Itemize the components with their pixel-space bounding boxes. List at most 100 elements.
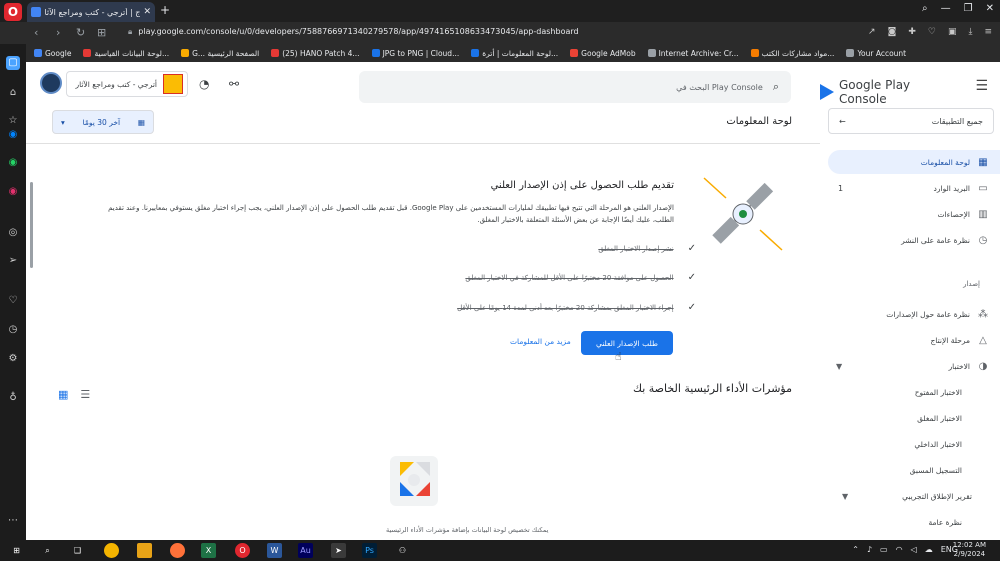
tab-close-icon[interactable]: ✕ [143, 7, 151, 17]
home-icon[interactable]: ⌂ [6, 86, 20, 100]
settings-icon[interactable]: ⚙ [6, 352, 20, 366]
taskbar-clock[interactable]: 12:02 AM 2/9/2024 [953, 541, 986, 559]
task-view-icon[interactable]: ❑ [70, 543, 85, 558]
play-console-logo[interactable]: Google Play Console [820, 78, 956, 106]
list-view-icon[interactable]: ☰ [80, 388, 90, 401]
scrollbar[interactable] [30, 182, 33, 268]
microphone-icon[interactable]: ♪ [867, 545, 872, 554]
grid-view-icon[interactable]: ▦ [58, 388, 68, 401]
excel-icon[interactable]: X [201, 543, 216, 558]
tab-title: ج | أترجي - كتب ومراجع الآثار [45, 7, 141, 17]
nav-item-statistics[interactable]: الإحصاءات ▥ [828, 202, 1000, 226]
bookmark-item[interactable]: لوحة البيانات القياسية... [83, 49, 169, 58]
restore-icon[interactable]: ❐ [964, 3, 973, 14]
bookmark-item[interactable]: (25) HANO Patch 4... [271, 49, 360, 58]
request-production-button[interactable]: طلب الإصدار العلني [581, 331, 673, 355]
nav-item-dashboard[interactable]: لوحة المعلومات ▦ [828, 150, 1000, 174]
app-icon[interactable]: ➤ [331, 543, 346, 558]
close-window-icon[interactable]: ✕ [986, 3, 994, 14]
firefox-icon[interactable] [170, 543, 185, 558]
volume-icon[interactable]: ◁ [911, 545, 917, 554]
nav-prelaunch-report[interactable]: ▼ تقرير الإطلاق التجريبي [828, 486, 1000, 506]
reload-icon[interactable]: ↻ [76, 26, 85, 39]
bookmark-item[interactable]: JPG to PNG | Cloud... [371, 49, 459, 58]
tabs-grid-icon[interactable]: ⊞ [97, 26, 106, 39]
nav-item-label: البريد الوارد [933, 183, 970, 193]
bookmark-item[interactable]: G... الصفحة الرئيسية [181, 49, 259, 58]
opera-icon[interactable]: O [235, 543, 250, 558]
bookmark-item[interactable]: لوحة المعلومات | أترة... [471, 49, 558, 58]
chevron-down-icon[interactable]: ▼ [842, 492, 848, 501]
workspace-icon[interactable]: ▢ [6, 56, 20, 70]
minimize-icon[interactable]: — [941, 3, 951, 14]
forward-icon[interactable]: › [56, 26, 60, 39]
satellite-illustration [703, 177, 783, 251]
whatsapp-icon[interactable]: ◉ [6, 156, 20, 170]
arrow-left-icon: ← [839, 116, 846, 126]
chrome-icon[interactable] [104, 543, 119, 558]
chevron-down-icon[interactable]: ▼ [836, 362, 842, 371]
checklist-text: الحصول على موافقة 20 مختبرًا على الأقل ل… [465, 273, 674, 282]
nav-sub-overview[interactable]: نظرة عامة [828, 512, 1000, 532]
star-icon[interactable]: ☆ [6, 114, 20, 128]
search-input[interactable]: البحث في Play Console ⌕ [359, 71, 791, 103]
bookmark-item[interactable]: مواد مشاركات الكتب... [750, 49, 834, 58]
file-explorer-icon[interactable] [137, 543, 152, 558]
back-icon[interactable]: ‹ [34, 26, 38, 39]
windows-start-icon[interactable]: ⊞ [9, 543, 24, 558]
url-field[interactable]: 🔒︎ play.google.com/console/u/0/developers… [128, 27, 579, 37]
app-selector[interactable]: أترجي - كتب ومراجع الآثار [66, 71, 188, 97]
date-range-picker[interactable]: ▾ آخر 30 يومًا ▦ [52, 110, 154, 134]
camera-icon[interactable]: ◙ [888, 27, 897, 37]
search-tabs-icon[interactable]: ⌕ [922, 3, 928, 14]
send-icon[interactable]: ➢ [6, 254, 20, 268]
nav-sub-open-testing[interactable]: الاختبار المفتوح [828, 382, 1000, 402]
link-icon[interactable]: ⚯ [229, 77, 239, 91]
chevron-up-icon[interactable]: ⌃ [852, 545, 859, 554]
bookmark-item[interactable]: Google [34, 49, 71, 58]
nav-item-releases-overview[interactable]: نظرة عامة حول الإصدارات ⁂ [828, 302, 1000, 326]
download-icon[interactable]: ⤓ [968, 27, 972, 37]
nav-item-production[interactable]: مرحلة الإنتاج △ [828, 328, 1000, 352]
nav-sub-closed-testing[interactable]: الاختبار المغلق [828, 408, 1000, 428]
learn-more-link[interactable]: مزيد من المعلومات [510, 337, 571, 346]
photoshop-icon[interactable]: Ps [362, 543, 377, 558]
instagram-icon[interactable]: ◉ [6, 185, 20, 199]
opera-logo[interactable]: O [4, 3, 22, 21]
share-icon[interactable]: ↗ [868, 27, 876, 37]
nav-sub-preregistration[interactable]: التسجيل المسبق [828, 460, 1000, 480]
word-icon[interactable]: W [267, 543, 282, 558]
checklist-item: الحصول على موافقة 20 مختبرًا على الأقل ل… [465, 272, 696, 283]
battery-icon[interactable]: ▭ [880, 545, 888, 554]
audition-icon[interactable]: Au [298, 543, 313, 558]
bookmark-item[interactable]: Internet Archive: Cr... [647, 49, 739, 58]
lightbulb-icon[interactable]: ♁ [6, 391, 20, 405]
browser-tab[interactable]: ج | أترجي - كتب ومراجع الآثار ✕ [27, 2, 155, 22]
new-tab-icon[interactable]: + [160, 3, 170, 17]
hamburger-menu-icon[interactable]: ☰ [975, 78, 988, 94]
bookmark-favicon-icon [846, 49, 855, 57]
messenger-icon[interactable]: ◉ [6, 128, 20, 142]
account-avatar[interactable] [40, 72, 62, 94]
extension-icon[interactable]: ✚ [908, 27, 916, 37]
app-icon[interactable]: ⚇ [395, 543, 410, 558]
all-apps-button[interactable]: ← جميع التطبيقات [828, 108, 994, 134]
window-controls: ⌕ — ❐ ✕ [922, 3, 994, 14]
help-icon[interactable]: ◔ [199, 77, 209, 91]
network-icon[interactable]: ◠ [896, 545, 903, 554]
cloud-icon[interactable]: ☁ [925, 545, 933, 554]
heart-icon[interactable]: ♡ [928, 27, 936, 37]
heart-icon[interactable]: ♡ [6, 294, 20, 308]
menu-icon[interactable]: ≡ [984, 27, 992, 37]
bookmark-item[interactable]: Your Account [846, 49, 906, 58]
nav-item-testing[interactable]: ▼ الاختبار ◑ [828, 354, 1000, 378]
history-icon[interactable]: ◷ [6, 323, 20, 337]
more-icon[interactable]: ⋯ [6, 514, 20, 528]
bookmark-item[interactable]: Google AdMob [570, 49, 636, 58]
nav-item-inbox[interactable]: 1 البريد الوارد ▭ [828, 176, 1000, 200]
player-icon[interactable]: ◎ [6, 226, 20, 240]
nav-item-publishing-overview[interactable]: نظرة عامة على النشر ◷ [828, 228, 1000, 252]
wallet-icon[interactable]: ▣ [948, 27, 957, 37]
nav-sub-internal-testing[interactable]: الاختبار الداخلي [828, 434, 1000, 454]
search-icon[interactable]: ⌕ [40, 543, 55, 558]
